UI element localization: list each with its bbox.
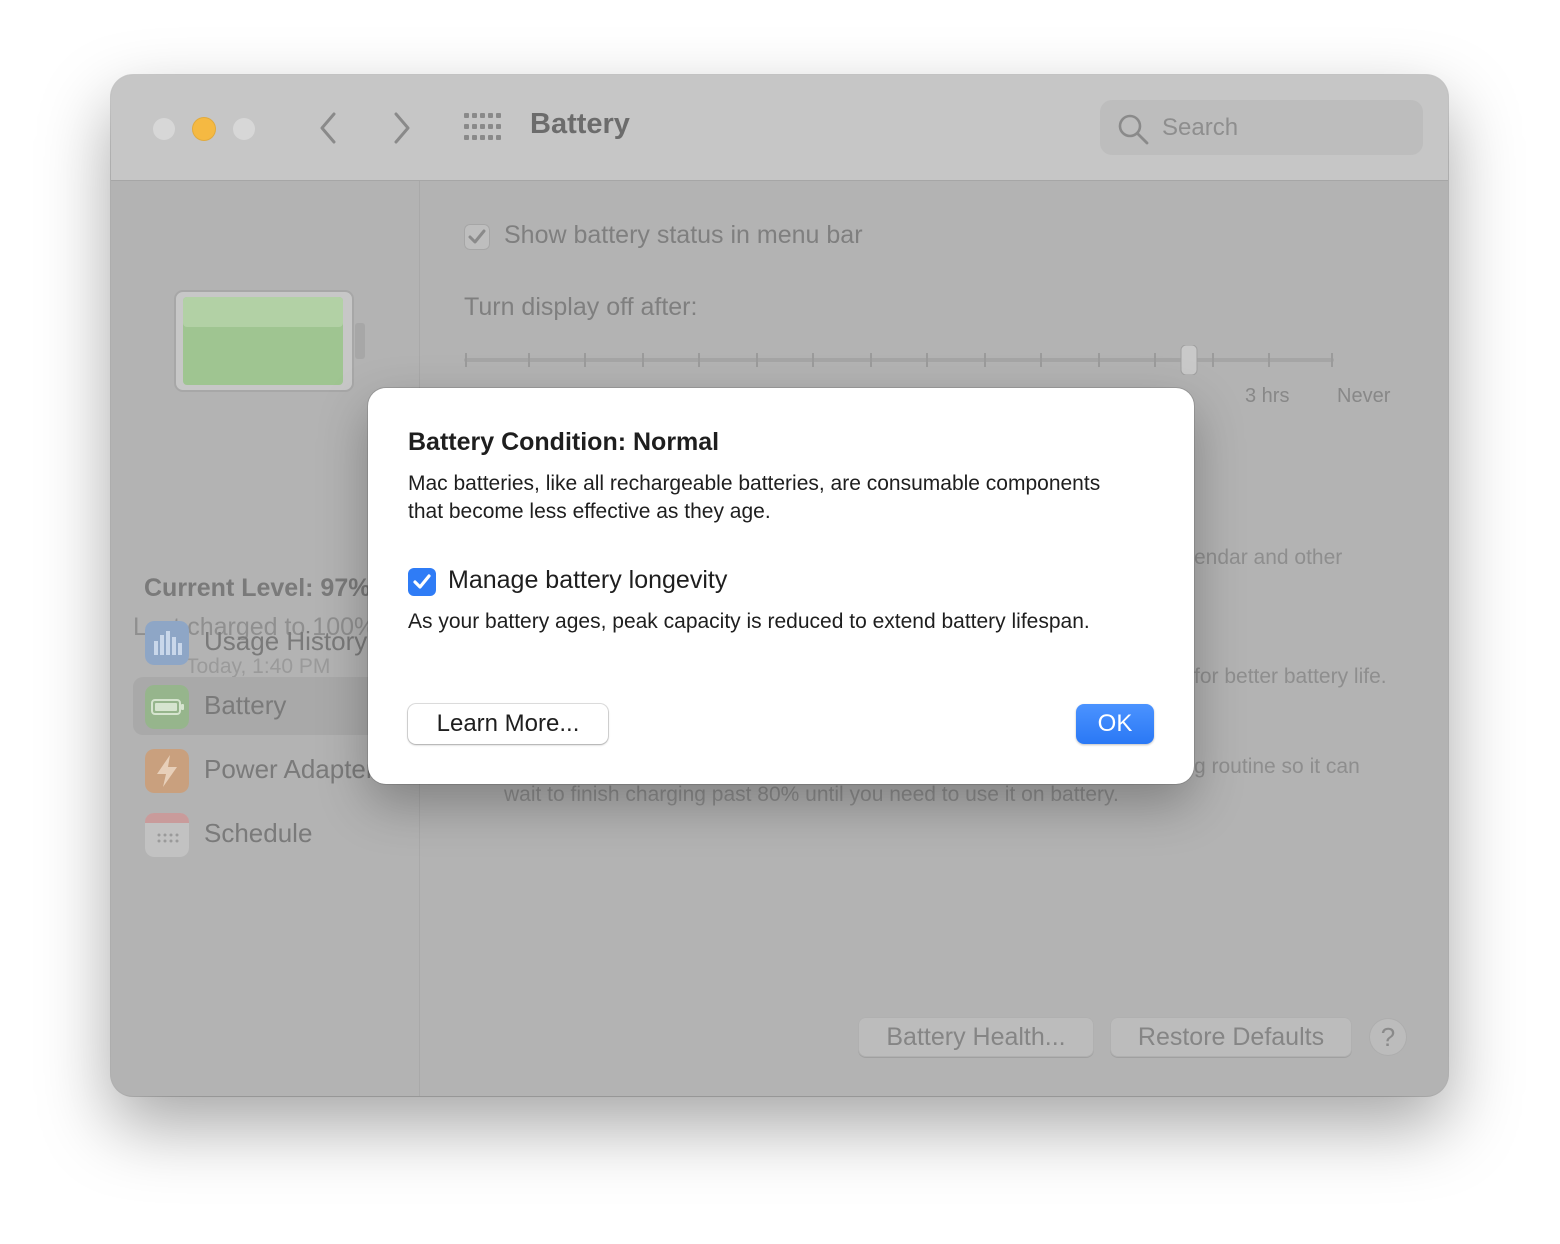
current-level-label: Current Level: 97% <box>144 574 371 602</box>
manage-longevity-checkbox[interactable] <box>408 568 436 596</box>
background-text-fragment: wait to finish charging past 80% until y… <box>504 783 1119 806</box>
checkmark-icon <box>413 574 431 589</box>
dialog-body: Mac batteries, like all rechargeable bat… <box>408 472 1101 523</box>
sidebar-item-label: Battery <box>204 690 287 720</box>
search-field[interactable]: Search <box>1100 100 1423 155</box>
checkmark-icon <box>468 229 486 244</box>
slider-tick-3hrs: 3 hrs <box>1245 385 1290 407</box>
background-text-fragment: for better battery life. <box>1194 665 1387 688</box>
sidebar-item-schedule[interactable]: Schedule <box>133 805 413 863</box>
show-status-label: Show battery status in menu bar <box>504 221 863 249</box>
display-off-slider[interactable] <box>464 345 1334 375</box>
sidebar-item-label: Schedule <box>204 818 313 848</box>
manage-longevity-label: Manage battery longevity <box>448 566 728 594</box>
battery-health-button[interactable]: Battery Health... <box>858 1017 1094 1057</box>
zoom-button[interactable] <box>232 117 256 141</box>
sidebar-item-label: Usage History <box>204 626 368 656</box>
turn-display-off-label: Turn display off after: <box>464 293 698 321</box>
background-text-fragment: g routine so it can <box>1194 755 1360 778</box>
forward-chevron-icon[interactable] <box>386 108 416 148</box>
minimize-button[interactable] <box>192 117 216 141</box>
dialog-title: Battery Condition: Normal <box>408 428 720 456</box>
title-bar: Battery Search <box>111 75 1448 181</box>
back-chevron-icon[interactable] <box>314 108 344 148</box>
show-status-checkbox[interactable] <box>464 224 490 250</box>
battery-level-icon <box>174 290 365 392</box>
window-title: Battery <box>530 108 630 140</box>
battery-condition-dialog: Battery Condition: Normal Mac batteries,… <box>368 388 1194 784</box>
restore-defaults-button[interactable]: Restore Defaults <box>1110 1017 1352 1057</box>
slider-tick-never: Never <box>1337 385 1391 407</box>
learn-more-button[interactable]: Learn More... <box>408 704 608 744</box>
help-button[interactable]: ? <box>1369 1018 1407 1056</box>
background-text-fragment: endar and other <box>1194 546 1343 569</box>
bar-chart-icon <box>145 621 189 665</box>
lightning-icon <box>145 749 189 793</box>
search-placeholder: Search <box>1162 114 1239 141</box>
close-button[interactable] <box>152 117 176 141</box>
show-all-grid-icon[interactable] <box>464 113 502 141</box>
ok-button[interactable]: OK <box>1076 704 1154 744</box>
battery-icon <box>145 685 189 729</box>
calendar-icon <box>145 813 189 857</box>
search-icon <box>1118 114 1149 145</box>
manage-longevity-description: As your battery ages, peak capacity is r… <box>408 610 1090 633</box>
sidebar-item-label: Power Adapter <box>204 754 375 784</box>
